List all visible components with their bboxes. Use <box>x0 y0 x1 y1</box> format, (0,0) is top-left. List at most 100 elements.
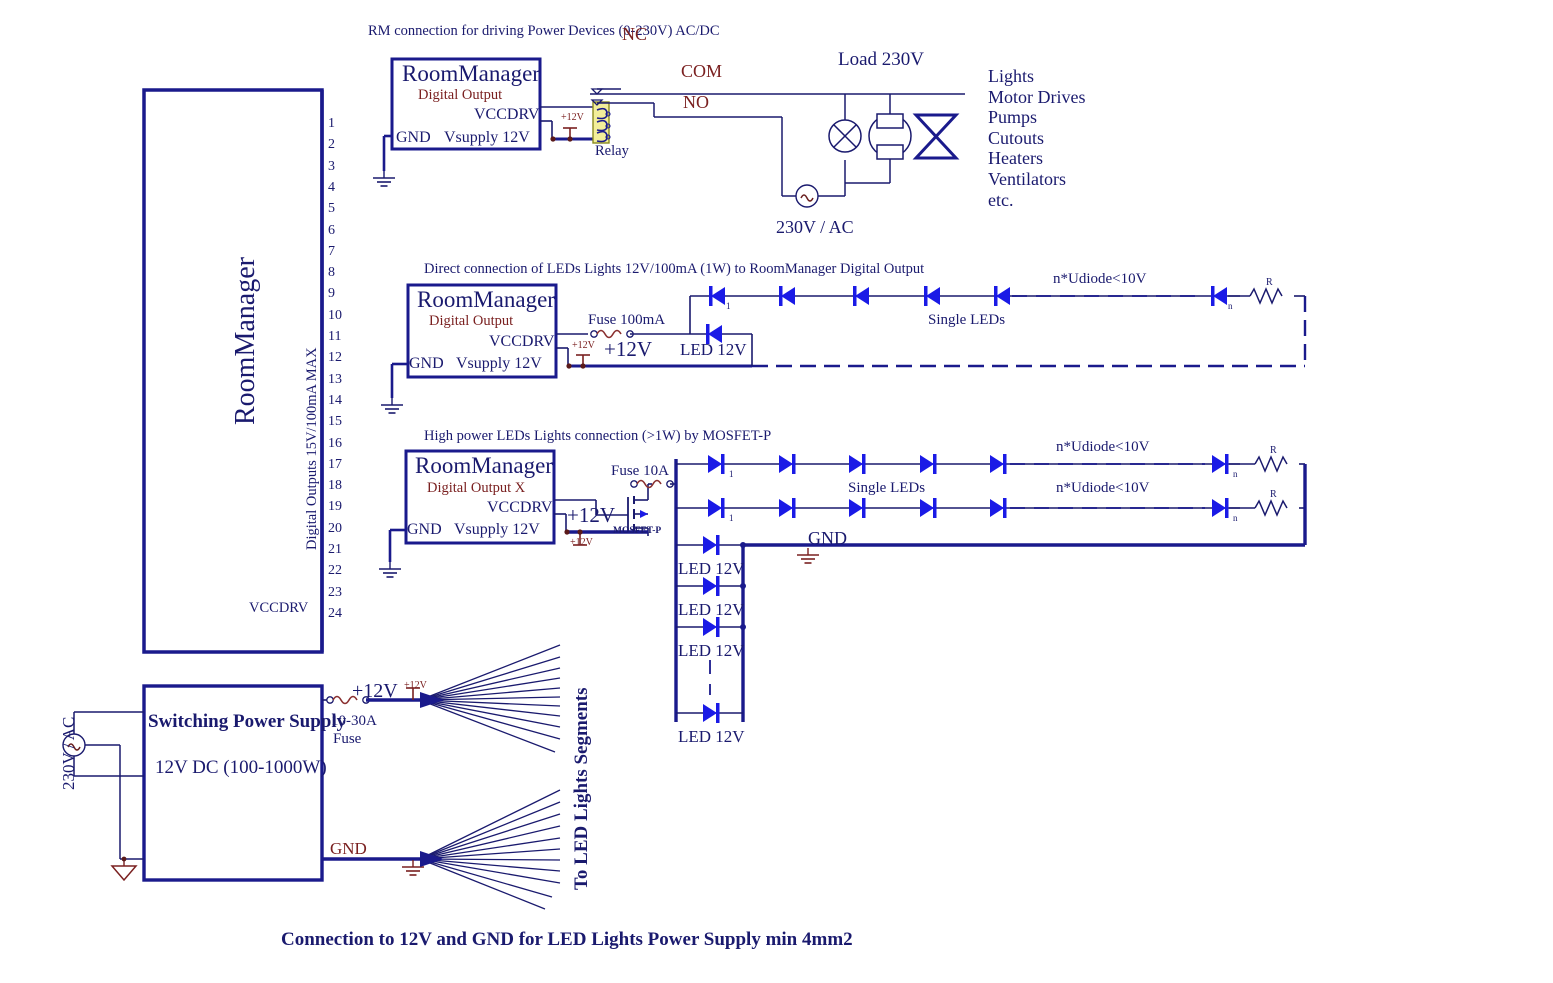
pin-number-20: 20 <box>328 520 342 536</box>
psu-ac-label: 230V / AC <box>59 716 78 790</box>
vertical-led-label: LED 12V <box>678 641 745 660</box>
section2-led-label: LED 12V <box>680 340 747 359</box>
load-device-item: Lights <box>988 66 1035 86</box>
pin-number-14: 14 <box>328 392 342 408</box>
pin-number-22: 22 <box>328 563 342 579</box>
pin-number-10: 10 <box>328 307 342 323</box>
section2-voltage-note: n*Udiode<10V <box>1053 271 1147 287</box>
section2-title: Direct connection of LEDs Lights 12V/100… <box>424 261 925 277</box>
pin-number-17: 17 <box>328 456 342 472</box>
section2-block-title: RoomManager <box>417 287 555 312</box>
section3-supply-tag: +12V <box>570 537 593 548</box>
section3-fuse-label: Fuse 10A <box>611 463 669 479</box>
load-230v-label: Load 230V <box>838 49 925 70</box>
pin-number-2: 2 <box>328 137 335 153</box>
section1-gnd-label: GND <box>396 129 431 146</box>
vertical-led-label: LED 12V <box>678 600 745 619</box>
section1-title: RM connection for driving Power Devices … <box>368 23 720 39</box>
section3-vsupply-label: Vsupply 12V <box>454 521 540 538</box>
pin-number-8: 8 <box>328 265 335 281</box>
section1-digital-output-label: Digital Output <box>418 87 503 103</box>
section2-resistor-label: R <box>1266 277 1273 288</box>
mosfet-label: MOSFET-P <box>613 526 662 536</box>
load-device-item: Motor Drives <box>988 86 1086 107</box>
pin-number-24: 24 <box>328 605 342 621</box>
section2-gnd-label: GND <box>409 355 444 372</box>
section2-first-index: 1 <box>726 301 731 311</box>
main-block-side-label: Digital Outputs 15V/100mA MAX <box>304 347 320 550</box>
section3-chain-label: Single LEDs <box>848 480 926 496</box>
pin-number-5: 5 <box>328 201 335 217</box>
pin-number-7: 7 <box>328 243 335 259</box>
load-device-item: etc. <box>988 189 1014 210</box>
pin-number-11: 11 <box>328 329 342 344</box>
psu-fuse-label: Fuse <box>333 731 362 747</box>
main-block-vccdrv-label: VCCDRV <box>249 600 309 616</box>
pin-number-23: 23 <box>328 584 342 600</box>
main-block-title: RoomManager <box>230 257 261 425</box>
load-device-item: Ventilators <box>988 169 1066 189</box>
section2-fuse-label: Fuse 100mA <box>588 312 666 328</box>
section3-rail-label: +12V <box>567 503 616 527</box>
section3-row1-resistor-label: R <box>1270 445 1277 456</box>
vertical-led-label: LED 12V <box>678 559 745 578</box>
section2-supply-tag: +12V <box>572 340 595 351</box>
psu-12v-tag: +12V <box>404 680 427 691</box>
psu-title: Switching Power Supply <box>148 711 347 732</box>
pin-number-12: 12 <box>328 350 342 366</box>
section3-vccdrv-label: VCCDRV <box>487 499 553 516</box>
section3-row2-last-index: n <box>1233 513 1238 523</box>
pin-number-9: 9 <box>328 286 335 302</box>
section3-row1-first-index: 1 <box>729 469 734 479</box>
ac-source-label: 230V / AC <box>776 217 854 237</box>
pin-number-6: 6 <box>328 222 335 238</box>
section1-vsupply-label: Vsupply 12V <box>444 129 530 146</box>
section2-vsupply-label: Vsupply 12V <box>456 355 542 372</box>
psu-fanout-label: To LED Lights Segments <box>571 687 592 890</box>
psu-out-gnd-label: GND <box>330 839 367 858</box>
pin-number-16: 16 <box>328 435 342 451</box>
section3-title: High power LEDs Lights connection (>1W) … <box>424 428 772 444</box>
section2-digital-output-label: Digital Output <box>429 313 514 329</box>
section3-row2-first-index: 1 <box>729 513 734 523</box>
psu-fuse-rating-label: 10-30A <box>331 713 377 729</box>
schematic-vector-layer <box>62 57 1307 910</box>
section3-digital-output-label: Digital Output X <box>427 480 526 496</box>
section3-gnd-bus-label: GND <box>808 528 847 548</box>
relay-label: Relay <box>595 143 629 159</box>
bottom-caption: Connection to 12V and GND for LED Lights… <box>281 929 853 950</box>
section3-voltage-note-1: n*Udiode<10V <box>1056 439 1150 455</box>
pin-number-18: 18 <box>328 478 342 494</box>
pin-number-1: 1 <box>328 116 335 131</box>
section3-voltage-note-2: n*Udiode<10V <box>1056 480 1150 496</box>
pin-number-15: 15 <box>328 414 342 430</box>
pin-number-19: 19 <box>328 499 342 515</box>
vertical-led-label: LED 12V <box>678 727 745 746</box>
section2-last-index: n <box>1228 301 1233 311</box>
psu-subtitle: 12V DC (100-1000W) <box>155 757 327 778</box>
pin-number-4: 4 <box>328 179 335 195</box>
section2-vccdrv-label: VCCDRV <box>489 333 555 350</box>
pin-number-13: 13 <box>328 371 342 387</box>
relay-nc-label: NC <box>622 24 648 44</box>
relay-no-label: NO <box>683 92 709 112</box>
section3-gnd-label: GND <box>407 521 442 538</box>
section1-block-title: RoomManager <box>402 61 540 86</box>
section3-block-title: RoomManager <box>415 453 553 478</box>
pin-number-3: 3 <box>328 158 335 174</box>
section2-rail-label: +12V <box>604 337 653 361</box>
load-device-item: Cutouts <box>988 127 1045 148</box>
pin-number-21: 21 <box>328 542 342 557</box>
section3-row1-last-index: n <box>1233 469 1238 479</box>
load-device-item: Pumps <box>988 107 1038 128</box>
psu-out-12v-label: +12V <box>352 680 398 702</box>
section1-vccdrv-label: VCCDRV <box>474 106 540 123</box>
fanout-12v <box>419 644 561 753</box>
section2-chain-label: Single LEDs <box>928 312 1006 328</box>
relay-com-label: COM <box>681 61 723 81</box>
fanout-gnd <box>419 789 561 910</box>
section1-supply-tag: +12V <box>561 112 584 123</box>
section3-row2-resistor-label: R <box>1270 489 1277 500</box>
schematic-canvas: RM connection for driving Power Devices … <box>0 0 1553 983</box>
load-device-item: Heaters <box>988 148 1043 169</box>
